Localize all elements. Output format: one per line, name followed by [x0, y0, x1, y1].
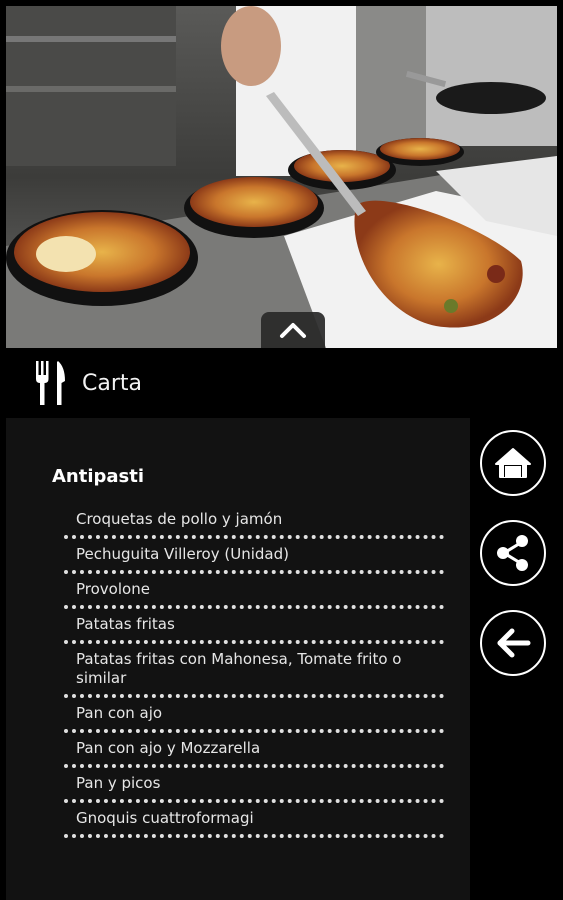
menu-item-label: Pan y picos — [76, 774, 161, 792]
section-header: Carta — [0, 348, 563, 418]
chevron-up-icon — [280, 323, 306, 338]
back-arrow-icon — [497, 628, 531, 658]
menu-item[interactable]: Croquetas de pollo y jamón — [64, 504, 444, 539]
menu-item-label: Patatas fritas con Mahonesa, Tomate frit… — [76, 650, 402, 687]
page-title: Carta — [82, 370, 142, 396]
kitchen-photo — [6, 6, 557, 348]
collapse-button[interactable] — [261, 312, 325, 348]
menu-item[interactable]: Provolone — [64, 574, 444, 609]
menu-panel: Antipasti Croquetas de pollo y jamón Pec… — [6, 418, 470, 900]
home-icon — [495, 448, 531, 478]
menu-item-label: Pan con ajo y Mozzarella — [76, 739, 261, 757]
menu-item-label: Croquetas de pollo y jamón — [76, 510, 283, 528]
share-icon — [497, 535, 528, 571]
menu-list: Croquetas de pollo y jamón Pechuguita Vi… — [64, 504, 444, 838]
back-button[interactable] — [480, 610, 546, 676]
menu-item-label: Patatas fritas — [76, 615, 175, 633]
share-button[interactable] — [480, 520, 546, 586]
home-button[interactable] — [480, 430, 546, 496]
menu-item[interactable]: Patatas fritas con Mahonesa, Tomate frit… — [64, 644, 444, 698]
fork-knife-icon — [36, 361, 65, 405]
menu-item[interactable]: Gnoquis cuattroformagi — [64, 803, 444, 838]
menu-item[interactable]: Pechuguita Villeroy (Unidad) — [64, 539, 444, 574]
menu-item-label: Gnoquis cuattroformagi — [76, 809, 254, 827]
hero-image — [6, 6, 557, 348]
menu-item[interactable]: Pan y picos — [64, 768, 444, 803]
menu-item-label: Pan con ajo — [76, 704, 163, 722]
menu-item[interactable]: Pan con ajo y Mozzarella — [64, 733, 444, 768]
menu-item-label: Pechuguita Villeroy (Unidad) — [76, 545, 289, 563]
menu-item[interactable]: Patatas fritas — [64, 609, 444, 644]
menu-item-label: Provolone — [76, 580, 150, 598]
menu-item[interactable]: Pan con ajo — [64, 698, 444, 733]
category-title: Antipasti — [52, 466, 145, 487]
